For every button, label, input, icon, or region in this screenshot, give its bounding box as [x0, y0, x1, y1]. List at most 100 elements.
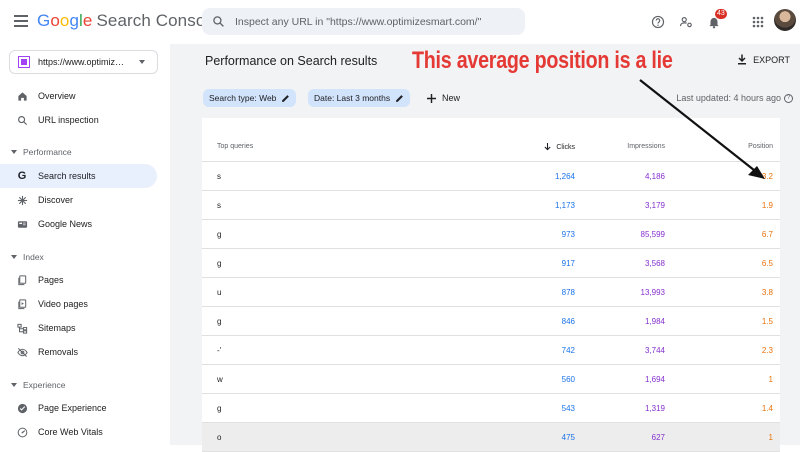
- search-icon: [16, 114, 28, 126]
- sidebar-item-label: Discover: [38, 195, 74, 205]
- sidebar-item-url-inspection[interactable]: URL inspection: [0, 108, 157, 132]
- help-icon[interactable]: ?: [784, 93, 793, 103]
- position-cell: 1.4: [761, 404, 773, 413]
- query-cell: g: [217, 230, 222, 239]
- edit-pencil-icon[interactable]: [395, 94, 404, 103]
- clicks-cell: 878: [561, 288, 575, 297]
- table-row[interactable]: g 973 85,599 6.7: [202, 220, 780, 249]
- url-inspection-search[interactable]: [202, 8, 525, 35]
- chevron-down-icon: [139, 60, 145, 64]
- menu-icon[interactable]: [14, 15, 28, 27]
- impressions-cell: 1,984: [644, 317, 665, 326]
- column-header-label: Clicks: [556, 143, 575, 151]
- sidebar-item-page-experience[interactable]: Page Experience: [0, 396, 157, 420]
- new-filter-button[interactable]: New: [427, 89, 460, 107]
- queries-table: Top queries Clicks Impressions Position …: [202, 118, 780, 452]
- query-cell: s: [217, 172, 221, 181]
- google-g-icon: G: [17, 170, 27, 182]
- query-cell: g: [217, 259, 222, 268]
- collapse-caret-icon: [11, 383, 17, 387]
- account-avatar[interactable]: [774, 9, 796, 31]
- sidebar-item-google-news[interactable]: Google News: [0, 212, 157, 236]
- discover-icon: [16, 194, 28, 206]
- query-cell: s: [217, 201, 221, 210]
- section-label: Experience: [23, 380, 66, 390]
- column-header-clicks[interactable]: Clicks: [544, 143, 575, 151]
- sidebar-item-sitemaps[interactable]: Sitemaps: [0, 316, 157, 340]
- filter-chip-date[interactable]: Date: Last 3 months: [308, 89, 411, 107]
- notifications-bell-icon[interactable]: 43: [704, 9, 727, 32]
- column-header-impressions[interactable]: Impressions: [627, 143, 665, 150]
- clicks-cell: 1,173: [554, 201, 575, 210]
- video-pages-icon: [16, 298, 28, 310]
- section-index[interactable]: Index: [0, 252, 160, 264]
- clicks-cell: 560: [561, 375, 575, 384]
- sort-arrow-down-icon: [544, 143, 551, 151]
- impressions-cell: 4,186: [644, 172, 665, 181]
- collapse-caret-icon: [11, 150, 17, 154]
- product-logo[interactable]: Google Search Console: [37, 11, 219, 31]
- impressions-cell: 85,599: [640, 230, 665, 239]
- position-cell: 1: [768, 433, 773, 442]
- page-experience-icon: [16, 402, 28, 414]
- last-updated-text: Last updated: 4 hours ago: [676, 93, 781, 103]
- edit-pencil-icon[interactable]: [281, 94, 290, 103]
- table-row[interactable]: w 560 1,694 1: [202, 365, 780, 394]
- site-favicon: [18, 56, 30, 68]
- impressions-cell: 1,319: [644, 404, 665, 413]
- home-icon: [16, 90, 28, 102]
- sidebar-item-search-results[interactable]: G Search results: [0, 164, 157, 188]
- download-icon: [738, 54, 747, 65]
- table-row[interactable]: o 475 627 1: [202, 423, 780, 452]
- sidebar-item-label: URL inspection: [38, 115, 99, 125]
- impressions-cell: 13,993: [640, 288, 665, 297]
- last-updated-status: Last updated: 4 hours ago ?: [676, 93, 793, 103]
- help-icon[interactable]: [648, 12, 668, 32]
- export-button[interactable]: EXPORT: [737, 54, 790, 65]
- position-cell: 1.9: [761, 201, 773, 210]
- annotation-text: This average position is a lie: [412, 47, 673, 74]
- table-row[interactable]: s 1,173 3,179 1.9: [202, 191, 780, 220]
- table-row[interactable]: -' 742 3,744 2.3: [202, 336, 780, 365]
- filter-chip-search-type[interactable]: Search type: Web: [203, 89, 297, 107]
- sidebar-item-pages[interactable]: Pages: [0, 268, 157, 292]
- section-experience[interactable]: Experience: [0, 380, 160, 392]
- sidebar-item-discover[interactable]: Discover: [0, 188, 157, 212]
- property-selector[interactable]: https://www.optimiz…: [9, 50, 158, 74]
- table-row[interactable]: s 1,264 4,186 3.2: [202, 162, 780, 191]
- filter-chip-label: Date: Last 3 months: [314, 93, 391, 103]
- query-cell: o: [217, 433, 222, 442]
- sidebar-item-overview[interactable]: Overview: [0, 84, 157, 108]
- page-title: Performance on Search results: [205, 54, 378, 68]
- sidebar-item-core-web-vitals[interactable]: Core Web Vitals: [0, 420, 157, 444]
- section-performance[interactable]: Performance: [0, 147, 160, 159]
- collapse-caret-icon: [11, 255, 17, 259]
- sidebar-item-video-pages[interactable]: Video pages: [0, 292, 157, 316]
- query-cell: g: [217, 404, 222, 413]
- column-header-top-queries[interactable]: Top queries: [217, 143, 253, 150]
- clicks-cell: 742: [561, 346, 575, 355]
- new-filter-label: New: [442, 93, 461, 103]
- table-row[interactable]: g 543 1,319 1.4: [202, 394, 780, 423]
- sidebar-item-removals[interactable]: Removals: [0, 340, 157, 364]
- sidebar: https://www.optimiz… Overview URL inspec…: [0, 44, 170, 445]
- table-header: Top queries Clicks Impressions Position: [202, 133, 780, 162]
- column-header-position[interactable]: Position: [748, 143, 773, 150]
- table-row[interactable]: g 846 1,984 1.5: [202, 307, 780, 336]
- sidebar-item-label: Core Web Vitals: [38, 427, 103, 437]
- table-row[interactable]: g 917 3,568 6.5: [202, 249, 780, 278]
- manage-users-icon[interactable]: [676, 12, 696, 32]
- search-input[interactable]: [235, 15, 495, 28]
- sidebar-item-label: Google News: [38, 219, 93, 229]
- sidebar-item-label: Page Experience: [38, 403, 107, 413]
- search-icon: [213, 16, 224, 27]
- apps-grid-icon[interactable]: [748, 12, 768, 32]
- sidebar-item-label: Search results: [38, 171, 96, 181]
- query-cell: u: [217, 288, 222, 297]
- position-cell: 1.5: [761, 317, 773, 326]
- table-row[interactable]: u 878 13,993 3.8: [202, 278, 780, 307]
- query-cell: w: [217, 375, 223, 384]
- clicks-cell: 917: [561, 259, 575, 268]
- sidebar-item-label: Pages: [38, 275, 64, 285]
- core-web-vitals-icon: [16, 426, 28, 438]
